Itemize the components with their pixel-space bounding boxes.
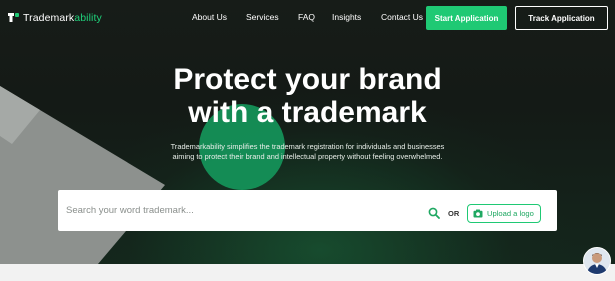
upload-logo-label: Upload a logo bbox=[487, 209, 534, 218]
trademark-search-bar: Search your word trademark... OR Upload … bbox=[58, 190, 557, 231]
search-icon[interactable] bbox=[428, 207, 440, 219]
or-separator: OR bbox=[448, 209, 460, 218]
track-application-button[interactable]: Track Application bbox=[515, 6, 608, 30]
brand-logo[interactable]: Trademarkability bbox=[8, 11, 102, 25]
nav-link-about-us[interactable]: About Us bbox=[192, 12, 227, 22]
upload-logo-button[interactable]: Upload a logo bbox=[467, 204, 541, 223]
hero-subtext-line1: Trademarkability simplifies the trademar… bbox=[170, 142, 445, 151]
search-input[interactable]: Search your word trademark... bbox=[66, 205, 194, 216]
hero-headline-line2: with a trademark bbox=[188, 96, 427, 129]
nav-link-faq[interactable]: FAQ bbox=[298, 12, 315, 22]
logo-icon bbox=[8, 13, 19, 22]
hero-headline-line1: Protect your brand bbox=[173, 63, 442, 96]
logo-text: Trademarkability bbox=[23, 12, 102, 24]
next-section-edge bbox=[0, 264, 615, 281]
hero-subtext: Trademarkability simplifies the trademar… bbox=[0, 142, 615, 161]
nav-link-services[interactable]: Services bbox=[246, 12, 279, 22]
camera-icon bbox=[473, 209, 483, 218]
chat-avatar[interactable] bbox=[583, 247, 611, 275]
nav-link-insights[interactable]: Insights bbox=[332, 12, 361, 22]
top-navigation: Trademarkability About Us Services FAQ I… bbox=[0, 0, 615, 36]
start-application-button[interactable]: Start Application bbox=[426, 6, 507, 30]
hero-subtext-line2: aiming to protect their brand and intell… bbox=[172, 151, 443, 161]
nav-link-contact-us[interactable]: Contact Us bbox=[381, 12, 423, 22]
person-icon bbox=[584, 248, 610, 274]
